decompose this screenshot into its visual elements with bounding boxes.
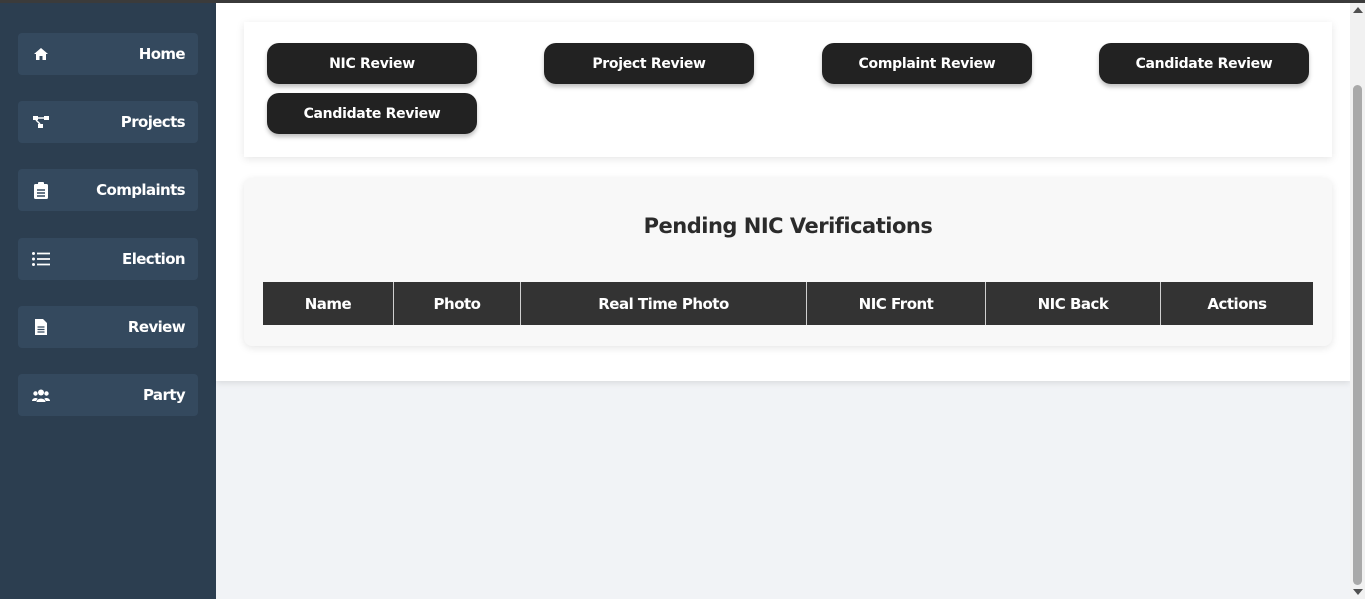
nic-review-button[interactable]: NIC Review [267, 43, 477, 84]
sidebar-item-projects[interactable]: Projects [18, 101, 198, 143]
column-header-nic-front: NIC Front [807, 282, 986, 325]
column-header-real-time-photo: Real Time Photo [521, 282, 807, 325]
main-content: NIC Review Project Review Complaint Revi… [216, 3, 1350, 381]
sidebar-item-label: Party [142, 386, 186, 404]
home-icon [32, 45, 50, 63]
candidate-review-button[interactable]: Candidate Review [1099, 43, 1309, 84]
sidebar-item-party[interactable]: Party [18, 374, 198, 416]
verifications-table: Name Photo Real Time Photo NIC Front NIC… [263, 282, 1313, 325]
sidebar-item-review[interactable]: Review [18, 306, 198, 348]
sidebar-item-home[interactable]: Home [18, 33, 198, 75]
sidebar-item-label: Home [138, 45, 186, 63]
review-tabs-card: NIC Review Project Review Complaint Revi… [244, 22, 1332, 157]
scroll-down-icon[interactable] [1353, 589, 1363, 595]
sidebar-item-complaints[interactable]: Complaints [18, 169, 198, 211]
column-header-actions: Actions [1207, 294, 1267, 313]
project-review-button[interactable]: Project Review [544, 43, 754, 84]
sitemap-icon [32, 113, 50, 131]
scrollbar-thumb[interactable] [1353, 85, 1362, 585]
list-icon [32, 250, 50, 268]
sidebar-item-label: Election [122, 250, 186, 268]
sidebar-item-label: Complaints [96, 181, 185, 199]
vertical-scrollbar[interactable] [1350, 3, 1365, 599]
sidebar-item-election[interactable]: Election [18, 238, 198, 280]
clipboard-icon [32, 181, 50, 199]
sidebar: Home Projects Complaints Election Review… [0, 3, 216, 599]
candidate-review-button-2[interactable]: Candidate Review [267, 93, 477, 134]
pending-nic-panel: Pending NIC Verifications Name Photo Rea… [244, 178, 1332, 346]
scroll-up-icon[interactable] [1353, 7, 1363, 13]
panel-title: Pending NIC Verifications [643, 214, 933, 238]
sidebar-item-label: Review [127, 318, 186, 336]
users-icon [32, 386, 50, 404]
column-header-photo: Photo [394, 282, 521, 325]
file-icon [32, 318, 50, 336]
column-header-name: Name [263, 282, 394, 325]
sidebar-item-label: Projects [120, 113, 186, 131]
complaint-review-button[interactable]: Complaint Review [822, 43, 1032, 84]
column-header-nic-back: NIC Back [986, 282, 1161, 325]
